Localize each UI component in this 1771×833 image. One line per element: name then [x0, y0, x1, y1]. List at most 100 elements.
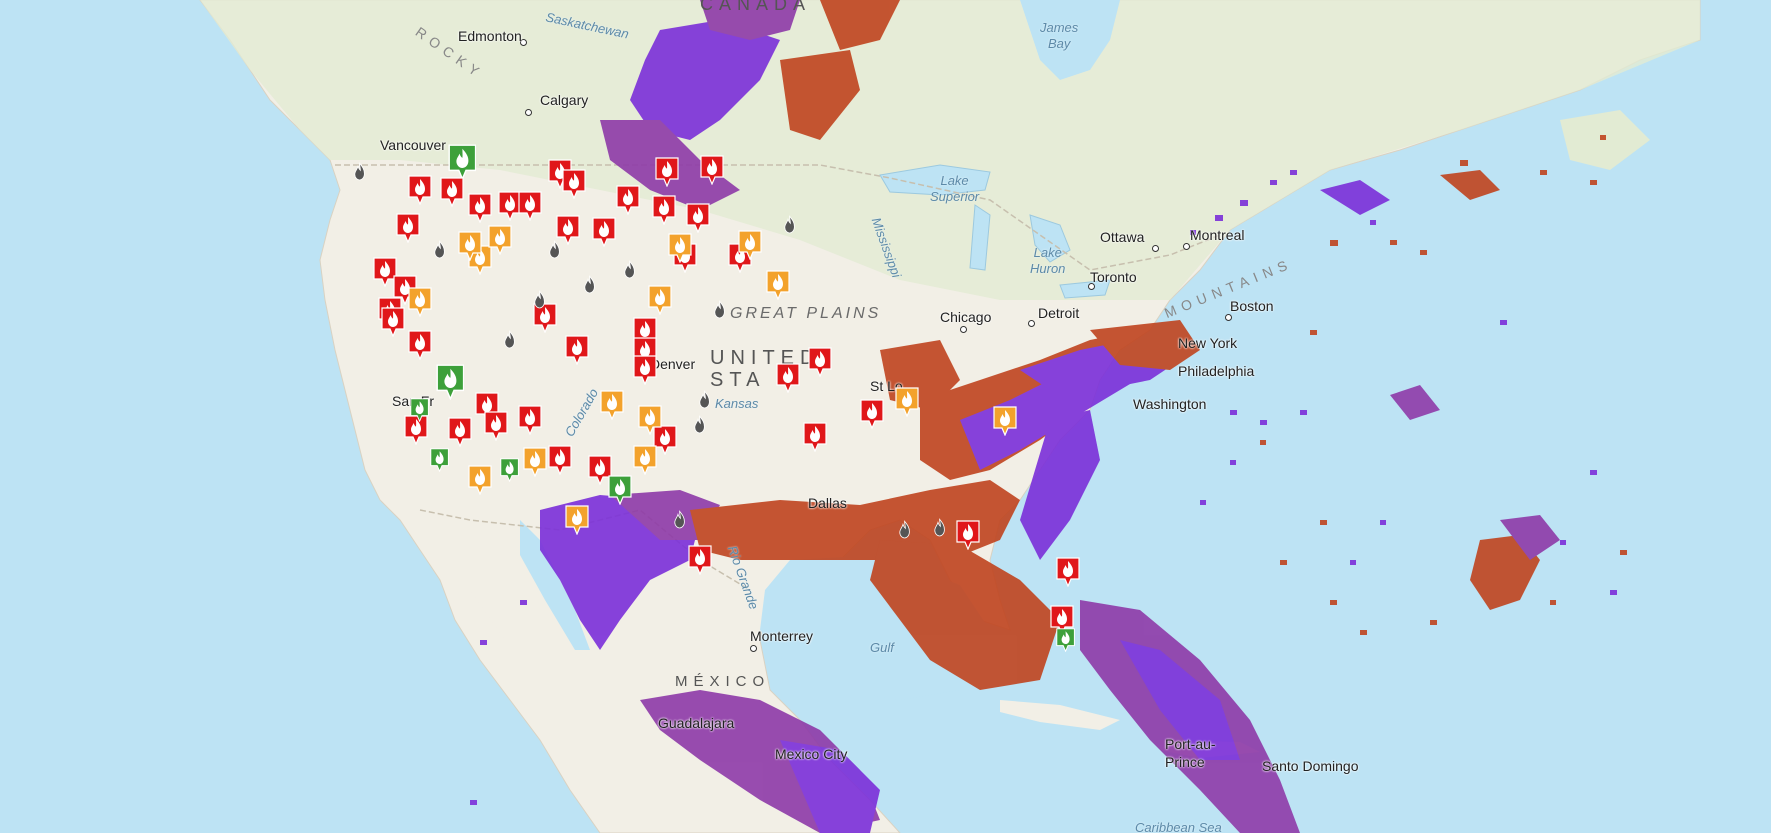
flame-icon: [688, 545, 712, 575]
fire-incident-marker[interactable]: [448, 417, 472, 447]
flame-icon: [548, 445, 572, 475]
fire-incident-marker[interactable]: [436, 364, 465, 400]
flame-icon: [534, 290, 546, 309]
fire-incident-marker[interactable]: [408, 287, 432, 317]
fire-incident-marker[interactable]: [458, 231, 482, 261]
fire-incident-marker[interactable]: [895, 518, 914, 542]
flame-icon: [648, 285, 672, 315]
flame-icon: [584, 275, 596, 294]
fire-incident-marker[interactable]: [350, 160, 369, 184]
fire-incident-marker[interactable]: [565, 335, 589, 365]
fire-incident-marker[interactable]: [468, 193, 492, 223]
fire-incident-marker[interactable]: [1056, 628, 1076, 652]
flame-icon: [562, 169, 586, 199]
fire-incident-marker[interactable]: [956, 520, 980, 550]
fire-incident-marker[interactable]: [766, 270, 790, 300]
flame-icon: [808, 347, 832, 377]
flame-icon: [468, 193, 492, 223]
fire-incident-marker[interactable]: [592, 217, 616, 247]
fire-incident-marker[interactable]: [688, 545, 712, 575]
fire-incident-marker[interactable]: [652, 195, 676, 225]
fire-incident-marker[interactable]: [668, 233, 692, 263]
flame-icon: [504, 330, 516, 349]
fire-incident-marker[interactable]: [500, 328, 519, 352]
fire-incident-marker[interactable]: [488, 225, 512, 255]
flame-icon: [633, 355, 657, 385]
fire-incident-marker[interactable]: [670, 508, 689, 532]
fire-incident-marker[interactable]: [562, 169, 586, 199]
fire-incident-marker[interactable]: [440, 177, 464, 207]
fire-incident-marker[interactable]: [408, 175, 432, 205]
fire-incident-marker[interactable]: [738, 230, 762, 260]
fire-incident-marker[interactable]: [895, 387, 919, 417]
flame-icon: [686, 203, 710, 233]
fire-incident-marker[interactable]: [860, 399, 884, 429]
fire-incident-marker[interactable]: [484, 411, 508, 441]
flame-icon: [565, 505, 589, 535]
flame-icon: [638, 405, 662, 435]
fire-incident-marker[interactable]: [468, 465, 492, 495]
flame-icon: [488, 225, 512, 255]
fire-incident-marker[interactable]: [523, 447, 547, 477]
wildfire-map[interactable]: CANADA UNITED STA MÉXICO ROCKY MOUNTAINS …: [0, 0, 1771, 833]
fire-incident-marker[interactable]: [545, 238, 564, 262]
fire-incident-marker[interactable]: [803, 422, 827, 452]
fire-incident-marker[interactable]: [565, 505, 589, 535]
fire-incident-marker[interactable]: [530, 288, 549, 312]
flame-icon: [668, 233, 692, 263]
fire-incident-marker[interactable]: [1056, 557, 1080, 587]
fire-incident-marker[interactable]: [690, 413, 709, 437]
fire-incident-marker[interactable]: [930, 516, 949, 540]
fire-incident-marker[interactable]: [776, 363, 800, 393]
flame-icon: [895, 387, 919, 417]
flame-icon: [408, 287, 432, 317]
flame-icon: [700, 155, 724, 185]
fire-incident-marker[interactable]: [410, 398, 430, 422]
fire-incident-marker[interactable]: [993, 406, 1017, 436]
fire-incident-marker[interactable]: [381, 307, 405, 337]
fire-incident-marker[interactable]: [518, 405, 542, 435]
fire-incident-marker[interactable]: [700, 155, 724, 185]
flame-icon: [633, 445, 657, 475]
fire-incident-marker[interactable]: [808, 347, 832, 377]
flame-icon: [523, 447, 547, 477]
flame-icon: [803, 422, 827, 452]
fire-incident-marker[interactable]: [616, 185, 640, 215]
flame-icon: [518, 191, 542, 221]
fire-incident-marker[interactable]: [430, 448, 450, 472]
fire-incident-marker[interactable]: [500, 458, 520, 482]
flame-icon: [624, 260, 636, 279]
flame-icon: [518, 405, 542, 435]
flame-icon: [430, 448, 450, 472]
fire-incident-marker[interactable]: [408, 330, 432, 360]
flame-icon: [934, 518, 946, 537]
fire-incident-marker[interactable]: [695, 388, 714, 412]
fire-incident-marker[interactable]: [638, 405, 662, 435]
fire-incident-marker[interactable]: [633, 445, 657, 475]
fire-incident-marker[interactable]: [548, 445, 572, 475]
fire-incident-marker[interactable]: [710, 298, 729, 322]
fire-incident-marker[interactable]: [448, 144, 477, 180]
flame-icon: [655, 157, 679, 187]
fire-incident-marker[interactable]: [620, 258, 639, 282]
fire-incident-marker[interactable]: [633, 355, 657, 385]
flame-icon: [600, 390, 624, 420]
fire-incident-marker[interactable]: [648, 285, 672, 315]
flame-icon: [448, 417, 472, 447]
fire-incident-marker[interactable]: [655, 157, 679, 187]
fire-incident-marker[interactable]: [396, 213, 420, 243]
fire-incident-marker[interactable]: [518, 191, 542, 221]
fire-incident-marker[interactable]: [686, 203, 710, 233]
flame-icon: [468, 465, 492, 495]
fire-incident-marker[interactable]: [580, 273, 599, 297]
fire-incident-marker[interactable]: [780, 213, 799, 237]
fire-markers: [0, 0, 1771, 833]
flame-icon: [616, 185, 640, 215]
fire-incident-marker[interactable]: [608, 475, 632, 505]
fire-incident-marker[interactable]: [600, 390, 624, 420]
flame-icon: [699, 390, 711, 409]
flame-icon: [434, 240, 446, 259]
fire-incident-marker[interactable]: [430, 238, 449, 262]
flame-icon: [408, 330, 432, 360]
flame-icon: [484, 411, 508, 441]
